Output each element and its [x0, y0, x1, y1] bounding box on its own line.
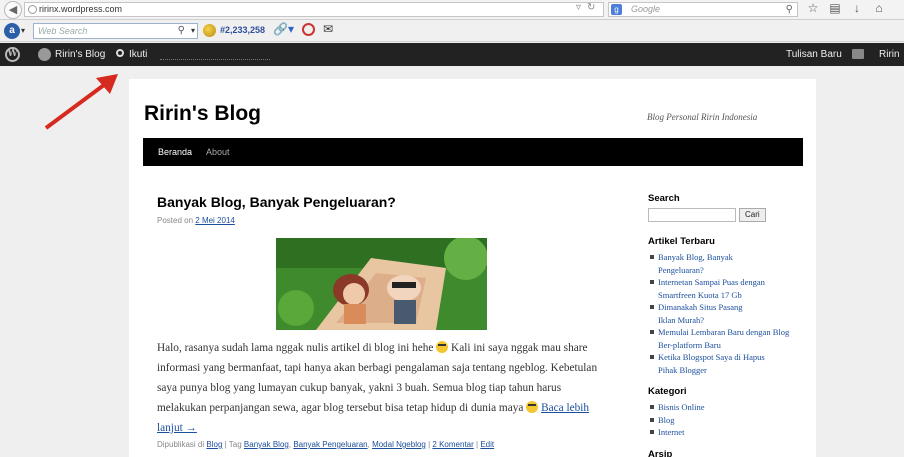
- wordpress-logo-icon[interactable]: W: [5, 47, 20, 62]
- published-in-label: Dipublikasi di: [157, 440, 205, 449]
- edit-link[interactable]: Edit: [480, 440, 494, 449]
- dropdown-icon[interactable]: ▿: [576, 2, 581, 13]
- back-button[interactable]: ◀: [4, 1, 22, 19]
- recent-post-link[interactable]: Internetan Sampai Puas dengan Smartfreen…: [648, 276, 798, 301]
- sidebar: Search Cari Artikel Terbaru Banyak Blog,…: [648, 193, 798, 457]
- smiley-icon: [436, 341, 449, 353]
- post-image-art: [276, 238, 487, 330]
- new-post-button[interactable]: Tulisan Baru: [786, 49, 842, 60]
- category-link[interactable]: Blog: [648, 414, 798, 427]
- ask-toolbar: a ▾ Web Search ⚲ ▾ #2,233,258 🔗▾ ✉: [0, 20, 904, 42]
- download-icon[interactable]: ↓: [846, 1, 868, 15]
- recent-posts-title: Artikel Terbaru: [648, 236, 715, 247]
- recent-post-link[interactable]: Ketika Blogspot Saya di Hapus Pihak Blog…: [648, 351, 776, 376]
- red-arrow-annotation: [44, 74, 118, 130]
- clock-icon[interactable]: [302, 23, 315, 36]
- link-icon[interactable]: 🔗▾: [273, 22, 294, 36]
- follow-button[interactable]: Ikuti: [129, 49, 147, 60]
- web-search-placeholder: Web Search: [38, 26, 88, 36]
- chevron-down-icon[interactable]: ▾: [191, 24, 195, 38]
- search-widget: Cari: [648, 208, 798, 222]
- blog-tagline: Blog Personal Ririn Indonesia: [647, 112, 758, 122]
- home-icon[interactable]: ⌂: [868, 1, 890, 15]
- post-excerpt: Halo, rasanya sudah lama nggak nulis art…: [157, 338, 607, 438]
- bookmark-star-icon[interactable]: ☆: [802, 1, 824, 15]
- tag-link[interactable]: Modal Ngeblog: [372, 440, 426, 449]
- browser-toolbar-right: ☆ ▤ ↓ ⌂: [802, 1, 890, 15]
- alexa-icon[interactable]: [203, 24, 216, 37]
- site-globe-icon: [38, 48, 51, 61]
- clipboard-icon[interactable]: ▤: [824, 1, 846, 15]
- alexa-rank: #2,233,258: [220, 25, 266, 35]
- search-icon[interactable]: ⚲: [178, 24, 185, 38]
- wp-admin-bar: W Ririn's Blog Ikuti Tulisan Baru Ririn: [0, 43, 904, 66]
- footer-separator: |: [428, 440, 431, 449]
- post-meta: Posted on 2 Mei 2014: [157, 216, 235, 225]
- google-search-placeholder: Google: [631, 4, 661, 14]
- globe-icon: [28, 5, 37, 14]
- post-footer: Dipublikasi di Blog | Tag Banyak Blog, B…: [157, 440, 494, 449]
- tag-link[interactable]: Banyak Blog: [244, 440, 289, 449]
- nav-item-beranda[interactable]: Beranda: [158, 147, 192, 157]
- recent-post-link[interactable]: Memulai Lembaran Baru dengan Blog Ber-pl…: [648, 326, 798, 351]
- user-menu[interactable]: Ririn: [879, 49, 900, 60]
- admin-site-name[interactable]: Ririn's Blog: [55, 49, 105, 60]
- post-date-link[interactable]: 2 Mei 2014: [195, 216, 235, 225]
- footer-separator: |: [476, 440, 479, 449]
- tag-label: | Tag: [224, 440, 242, 449]
- blog-page: Ririn's Blog Blog Personal Ririn Indones…: [129, 79, 816, 457]
- categories-list: Bisnis Online Blog Internet: [648, 401, 798, 439]
- address-field[interactable]: ririnx.wordpress.com: [24, 2, 604, 17]
- nav-item-about[interactable]: About: [206, 147, 230, 157]
- post-title[interactable]: Banyak Blog, Banyak Pengeluaran?: [157, 194, 396, 210]
- post-excerpt-intro: Halo, rasanya sudah lama nggak nulis art…: [157, 342, 434, 354]
- main-nav: Beranda About: [143, 138, 803, 166]
- sidebar-search-input[interactable]: [648, 208, 736, 222]
- search-widget-title: Search: [648, 193, 680, 204]
- google-icon[interactable]: g: [611, 4, 622, 15]
- category-link-blog[interactable]: Blog: [206, 440, 222, 449]
- categories-title: Kategori: [648, 386, 687, 397]
- browser-url-bar: ◀ ririnx.wordpress.com ▿ ↻ g Google ⚲ ☆ ▤ ↓…: [0, 0, 904, 20]
- reload-icon[interactable]: ↻: [587, 2, 595, 13]
- recent-post-link[interactable]: Dimanakah Situs Pasang Iklan Murah?: [648, 301, 760, 326]
- dotted-divider: [160, 59, 270, 60]
- ask-dropdown-icon[interactable]: ▾: [21, 26, 25, 35]
- notifications-icon[interactable]: [852, 49, 864, 59]
- follow-icon: [116, 49, 124, 57]
- ask-logo-icon[interactable]: a: [4, 23, 20, 39]
- smiley-icon: [526, 401, 539, 413]
- comments-link[interactable]: 2 Komentar: [432, 440, 473, 449]
- post-image: [276, 238, 487, 330]
- recent-post-link[interactable]: Banyak Blog, Banyak Pengeluaran?: [648, 251, 740, 276]
- tag-link[interactable]: Banyak Pengeluaran: [293, 440, 367, 449]
- blog-title[interactable]: Ririn's Blog: [144, 102, 261, 126]
- search-icon[interactable]: ⚲: [786, 3, 793, 16]
- recent-posts-list: Banyak Blog, Banyak Pengeluaran? Interne…: [648, 251, 798, 376]
- mail-icon[interactable]: ✉: [323, 22, 333, 36]
- tag-separator: ,: [288, 440, 292, 449]
- url-text: ririnx.wordpress.com: [39, 4, 123, 14]
- archive-title: Arsip: [648, 448, 673, 457]
- tag-separator: ,: [367, 440, 370, 449]
- web-search-input[interactable]: Web Search ⚲ ▾: [33, 23, 198, 39]
- category-link[interactable]: Bisnis Online: [648, 401, 798, 414]
- search-button[interactable]: Cari: [739, 208, 766, 222]
- posted-on-label: Posted on: [157, 216, 194, 225]
- address-actions: ▿ ↻: [576, 2, 601, 13]
- google-search-input[interactable]: g Google ⚲: [608, 2, 798, 17]
- category-link[interactable]: Internet: [648, 426, 798, 439]
